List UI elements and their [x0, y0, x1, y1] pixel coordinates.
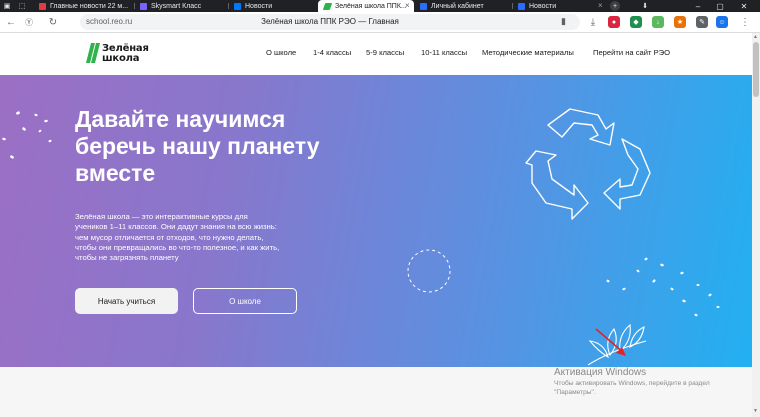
tab-label: Skysmart Класс [151, 2, 202, 10]
downloads-icon[interactable]: ⤓ [586, 15, 600, 29]
hero-description-line: Зелёная школа — это интерактивные курсы … [75, 212, 248, 221]
tab-label: Зелёная школа ППК... [335, 2, 407, 10]
nav-grades-1-4[interactable]: 1-4 классы [313, 48, 351, 57]
watermark-subtitle: "Параметры". [554, 389, 596, 396]
hero-title-line: Давайте научимся [75, 106, 286, 132]
download-icon[interactable]: ⬇ [640, 1, 650, 11]
nav-grades-5-9[interactable]: 5-9 классы [366, 48, 404, 57]
extension-puzzle-icon[interactable]: ✎ [696, 16, 708, 28]
logo-stripes-icon [86, 43, 100, 63]
about-school-button[interactable]: О школе [193, 288, 297, 314]
nav-reo-site[interactable]: Перейти на сайт РЭО [593, 48, 670, 57]
profile-avatar-icon[interactable]: ☺ [716, 16, 728, 28]
maximize-window-icon[interactable]: ▢ [712, 0, 728, 12]
nav-about[interactable]: О школе [266, 48, 296, 57]
address-bar[interactable]: school.reo.ru Зелёная школа ППК РЭО — Гл… [80, 14, 580, 30]
hero-title-line: беречь нашу планету [75, 133, 320, 159]
watermark-subtitle: Чтобы активировать Windows, перейдите в … [554, 380, 710, 387]
site-logo[interactable]: Зелёная школа [86, 41, 166, 67]
menu-icon[interactable]: ⋮ [738, 15, 752, 29]
back-icon[interactable]: ← [4, 15, 18, 29]
windows-activation-watermark: Активация Windows Чтобы активировать Win… [554, 367, 754, 397]
minimize-window-icon[interactable]: – [690, 0, 706, 12]
tab-separator [134, 3, 135, 9]
browser-menu-icon[interactable]: ▣ [2, 1, 12, 11]
nav-grades-10-11[interactable]: 10-11 классы [421, 48, 467, 57]
tab-separator [228, 3, 229, 9]
page-title: Зелёная школа ППК РЭО — Главная [261, 17, 399, 26]
account-favicon-icon [420, 2, 427, 10]
browser-toolbar: ← Ⓨ ↻ school.reo.ru Зелёная школа ППК РЭ… [0, 12, 760, 33]
logo-text-line2: школа [102, 53, 140, 64]
tab-green-school[interactable]: Зелёная школа ППК... [318, 0, 414, 12]
tab-skysmart[interactable]: Skysmart Класс [137, 0, 227, 12]
close-tab-icon[interactable]: × [405, 1, 410, 11]
tab-label: Новости [529, 2, 557, 10]
new-tab-icon[interactable]: + [610, 1, 620, 11]
extension-red-icon[interactable]: ● [608, 16, 620, 28]
tab-search-icon[interactable]: ⬚ [14, 1, 30, 11]
hero-description: Зелёная школа — это интерактивные курсы … [75, 212, 325, 263]
hero-description-line: чем мусор отличается от отходов, что нуж… [75, 232, 264, 242]
extension-download-icon[interactable]: ↓ [652, 16, 664, 28]
tab-separator [512, 3, 513, 9]
close-tab-icon[interactable]: × [598, 1, 603, 11]
nav-methodical-materials[interactable]: Методические материалы [482, 48, 574, 57]
annotation-arrow-icon [595, 328, 626, 356]
tab-vk-news[interactable]: Новости [231, 0, 317, 12]
tab-news-22[interactable]: Главные новости 22 м... [36, 0, 132, 12]
hero-description-line: учеников 1–11 классов. Они дадут знания … [75, 222, 277, 232]
scroll-up-icon[interactable]: ▲ [753, 34, 758, 40]
tab-news-2[interactable]: Новости [515, 0, 595, 12]
news-favicon-icon [39, 2, 46, 10]
watermark-title: Активация Windows [554, 367, 647, 378]
yandex-logo-icon[interactable]: Ⓨ [22, 15, 36, 29]
tab-label: Новости [245, 2, 273, 10]
browser-tab-strip: ▣ ⬚ Главные новости 22 м... Skysmart Кла… [0, 0, 760, 12]
tab-label: Личный кабинет [431, 2, 484, 10]
reload-icon[interactable]: ↻ [46, 15, 60, 29]
start-learning-button[interactable]: Начать учиться [75, 288, 178, 314]
hero-title-line: вместе [75, 160, 156, 186]
page-scrollbar[interactable]: ▲ ▼ [752, 33, 760, 417]
dots-decoration [2, 111, 52, 159]
recycle-icon [525, 108, 651, 220]
hero-description-line: чтобы они превращались во что-то полезно… [75, 242, 280, 252]
hero-description-line: чтобы не загрязнять планету [75, 253, 179, 263]
tab-personal-account[interactable]: Личный кабинет [417, 0, 511, 12]
vk-favicon-icon [234, 2, 241, 10]
hero-banner: Давайте научимся беречь нашу планету вме… [0, 75, 752, 367]
bookmark-icon[interactable]: ▮ [561, 16, 566, 27]
green-school-favicon-icon [322, 2, 333, 10]
extension-green-icon[interactable]: ◆ [630, 16, 642, 28]
close-window-icon[interactable]: ✕ [736, 0, 752, 12]
tab-label: Главные новости 22 м... [50, 2, 129, 10]
news-favicon-icon [518, 2, 525, 10]
extension-orange-icon[interactable]: ★ [674, 16, 686, 28]
scroll-down-icon[interactable]: ▼ [753, 408, 758, 414]
scroll-thumb[interactable] [753, 42, 759, 97]
skysmart-favicon-icon [140, 2, 147, 10]
hero-title: Давайте научимся беречь нашу планету вме… [75, 106, 375, 187]
site-header: Зелёная школа О школе 1-4 классы 5-9 кла… [0, 33, 752, 75]
dashed-circle-decoration [407, 249, 451, 293]
